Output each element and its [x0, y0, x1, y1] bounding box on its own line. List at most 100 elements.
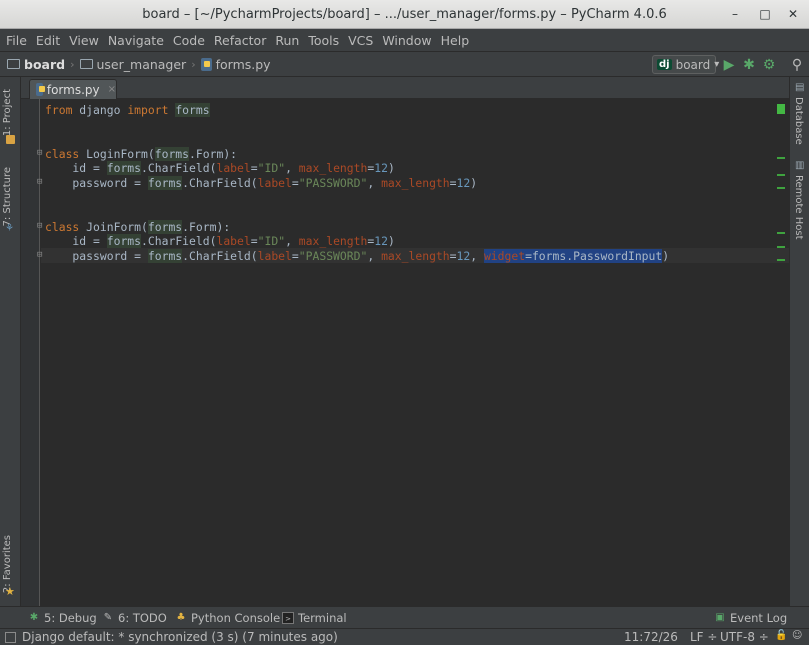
line-separator[interactable]: LF ÷: [690, 630, 717, 644]
right-tool-strip: ▤ Database ▥ Remote Host: [789, 77, 809, 606]
code-line: password = forms.CharField(label="PASSWO…: [45, 175, 478, 190]
menu-tools[interactable]: Tools: [308, 33, 339, 48]
python-console-icon: ♣: [176, 612, 186, 623]
close-button[interactable]: ✕: [783, 5, 803, 23]
minimize-button[interactable]: –: [725, 5, 745, 23]
error-stripe-mark[interactable]: [777, 187, 785, 189]
error-stripe-mark[interactable]: [777, 259, 785, 261]
navigation-bar: board › user_manager › forms.py dj board…: [0, 51, 809, 77]
structure-icon: ⚘: [5, 223, 14, 234]
code-line: class LoginForm(forms.Form):: [45, 146, 238, 161]
breadcrumb-label: board: [24, 56, 66, 72]
tool-tab-remote-host[interactable]: Remote Host: [793, 175, 804, 240]
code-line: id = forms.CharField(label="ID", max_len…: [45, 234, 395, 249]
folder-icon: [7, 59, 20, 69]
menu-help[interactable]: Help: [441, 33, 470, 48]
tool-todo-label: 6: TODO: [118, 611, 167, 625]
code-editor[interactable]: ⊟ ⊟ ⊟ ⊟ from django import forms class L…: [21, 99, 789, 606]
debug-icon[interactable]: ✱: [740, 56, 758, 74]
run-icon[interactable]: ▶: [720, 56, 738, 74]
editor-tab-bar: forms.py ×: [21, 77, 789, 99]
debug-icon: ✱: [29, 612, 39, 623]
maximize-button[interactable]: □: [755, 5, 775, 23]
chevron-down-icon: ▾: [714, 59, 720, 70]
menu-vcs[interactable]: VCS: [348, 33, 373, 48]
todo-icon: ✎: [103, 612, 113, 623]
breadcrumb-board[interactable]: board ›: [7, 57, 80, 72]
code-line: class JoinForm(forms.Form):: [45, 219, 231, 234]
editor-tab-forms-py[interactable]: forms.py ×: [29, 79, 117, 99]
breadcrumb-label: forms.py: [215, 56, 271, 72]
tool-event-log-label: Event Log: [730, 611, 788, 625]
window-title: board – [~/PycharmProjects/board] – .../…: [142, 7, 667, 22]
database-icon: ▤: [795, 82, 805, 93]
fold-marker-icon[interactable]: ⊟: [37, 177, 42, 187]
lock-icon[interactable]: 🔓: [775, 630, 787, 641]
menu-view[interactable]: View: [69, 33, 99, 48]
menu-edit[interactable]: Edit: [36, 33, 60, 48]
menu-code[interactable]: Code: [173, 33, 205, 48]
menu-window[interactable]: Window: [382, 33, 431, 48]
left-tool-strip: 1: Project 7: Structure ⚘ 2: Favorites ★: [0, 77, 21, 606]
status-bar: Django default: * synchronized (3 s) (7 …: [0, 628, 809, 645]
menu-file[interactable]: File: [6, 33, 27, 48]
tool-event-log[interactable]: ▣ Event Log: [714, 611, 787, 625]
tool-tab-structure[interactable]: 7: Structure: [2, 167, 13, 226]
inspection-ok-icon[interactable]: [777, 104, 785, 114]
terminal-icon: >: [282, 612, 294, 624]
run-configuration-select[interactable]: dj board ▾: [652, 55, 720, 74]
tool-window-bar: ✱ 5: Debug ✎ 6: TODO ♣ Python Console > …: [0, 606, 809, 628]
django-icon: dj: [657, 59, 672, 70]
project-icon: [6, 135, 15, 144]
code-line: password = forms.CharField(label="PASSWO…: [45, 248, 670, 263]
error-stripe-mark[interactable]: [777, 232, 785, 234]
remote-host-icon: ▥: [795, 160, 805, 171]
breadcrumb-label: user_manager: [96, 56, 187, 72]
code-line: from django import forms: [45, 103, 210, 117]
tool-windows-toggle-icon[interactable]: [5, 632, 16, 643]
tool-terminal[interactable]: > Terminal: [282, 611, 347, 625]
tool-debug[interactable]: ✱ 5: Debug: [28, 611, 97, 625]
error-stripe-mark[interactable]: [777, 174, 785, 176]
breadcrumb-user-manager[interactable]: user_manager ›: [79, 56, 201, 72]
error-stripe-mark[interactable]: [777, 246, 785, 248]
editor-tab-label: forms.py: [46, 82, 100, 97]
code-content: from django import forms class LoginForm…: [45, 103, 669, 264]
error-stripe-mark[interactable]: [777, 157, 785, 159]
folder-icon: [79, 59, 93, 69]
menu-run[interactable]: Run: [275, 33, 299, 48]
fold-marker-icon[interactable]: ⊟: [37, 250, 42, 260]
hector-icon[interactable]: ☺: [792, 630, 802, 641]
tool-tab-project[interactable]: 1: Project: [2, 89, 13, 136]
editor-gutter: [21, 99, 40, 606]
star-icon: ★: [5, 585, 15, 598]
tool-tab-database[interactable]: Database: [793, 97, 804, 145]
fold-marker-icon[interactable]: ⊟: [37, 148, 42, 158]
menu-navigate[interactable]: Navigate: [108, 33, 164, 48]
title-bar: board – [~/PycharmProjects/board] – .../…: [0, 0, 809, 29]
tool-python-console[interactable]: ♣ Python Console: [175, 611, 281, 625]
menu-refactor[interactable]: Refactor: [214, 33, 266, 48]
coverage-icon[interactable]: ⚙: [760, 56, 778, 74]
tool-terminal-label: Terminal: [298, 611, 347, 625]
close-icon[interactable]: ×: [108, 84, 116, 95]
python-file-icon: [36, 83, 45, 96]
breadcrumb-forms-py[interactable]: forms.py: [200, 56, 271, 72]
chevron-right-icon: ›: [70, 57, 75, 71]
fold-marker-icon[interactable]: ⊟: [37, 221, 42, 231]
tool-debug-label: 5: Debug: [44, 611, 97, 625]
file-encoding[interactable]: UTF-8 ÷: [720, 630, 769, 644]
tool-todo[interactable]: ✎ 6: TODO: [102, 611, 167, 625]
chevron-right-icon: ›: [191, 57, 196, 71]
code-line: id = forms.CharField(label="ID", max_len…: [45, 161, 395, 176]
caret-position[interactable]: 11:72/26: [624, 630, 678, 644]
python-file-icon: [200, 57, 212, 71]
tool-python-console-label: Python Console: [191, 611, 281, 625]
status-message[interactable]: Django default: * synchronized (3 s) (7 …: [22, 630, 338, 644]
search-icon[interactable]: ⚲: [788, 56, 806, 74]
event-log-icon: ▣: [715, 612, 725, 623]
